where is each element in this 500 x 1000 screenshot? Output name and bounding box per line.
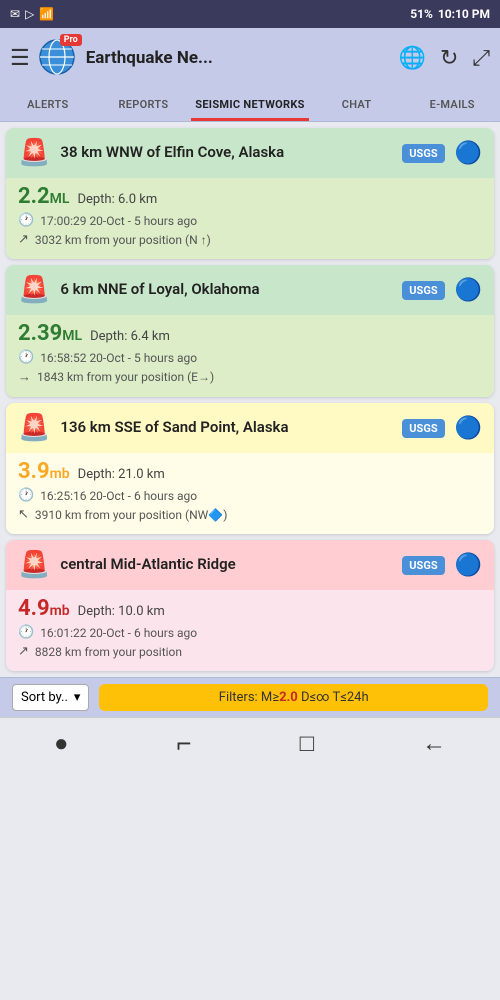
filter-label: Filters: M≥ bbox=[219, 690, 279, 705]
quake-title-4[interactable]: central Mid-Atlantic Ridge bbox=[60, 555, 392, 575]
share-button-1[interactable]: 🔵 bbox=[455, 141, 482, 166]
app-logo: Pro bbox=[38, 38, 78, 78]
quake-icon-4: 🚨 bbox=[18, 550, 50, 580]
tab-alerts[interactable]: ALERTS bbox=[0, 88, 96, 121]
message-icon: ✉ bbox=[10, 7, 20, 21]
status-left-icons: ✉ ▷ 📶 bbox=[10, 7, 54, 21]
quake-depth-4: Depth: 10.0 km bbox=[78, 604, 165, 619]
pro-badge: Pro bbox=[60, 34, 82, 46]
clock: 10:10 PM bbox=[438, 7, 490, 21]
tab-emails[interactable]: E-MAILS bbox=[404, 88, 500, 121]
quake-card-3: 🚨 136 km SSE of Sand Point, Alaska USGS … bbox=[6, 403, 494, 534]
quake-distance-2: → 1843 km from your position (E→) bbox=[18, 369, 482, 385]
quake-time-3: 🕐 16:25:16 20-Oct - 6 hours ago bbox=[18, 488, 482, 503]
quake-depth-1: Depth: 6.0 km bbox=[77, 192, 157, 207]
usgs-badge-1[interactable]: USGS bbox=[402, 144, 444, 163]
tab-reports[interactable]: REPORTS bbox=[96, 88, 192, 121]
menu-icon[interactable]: ☰ bbox=[10, 46, 30, 71]
quake-time-1: 🕐 17:00:29 20-Oct - 5 hours ago bbox=[18, 213, 482, 228]
app-header: ☰ Pro Earthquake Ne... 🌐 ↻ ⤢ bbox=[0, 28, 500, 88]
share-button-2[interactable]: 🔵 bbox=[455, 278, 482, 303]
nav-home-icon[interactable]: ● bbox=[54, 729, 69, 758]
quake-magnitude-1: 2.2ML bbox=[18, 184, 69, 209]
compass-icon-3: ↖ bbox=[18, 507, 29, 522]
tab-chat[interactable]: CHAT bbox=[309, 88, 405, 121]
quake-depth-3: Depth: 21.0 km bbox=[78, 467, 165, 482]
filter-rest: D≤∞ T≤24h bbox=[301, 690, 369, 705]
quake-header-3: 🚨 136 km SSE of Sand Point, Alaska USGS … bbox=[6, 403, 494, 453]
sort-label: Sort by.. bbox=[21, 690, 68, 705]
quake-magnitude-4: 4.9mb bbox=[18, 596, 70, 621]
usgs-badge-2[interactable]: USGS bbox=[402, 281, 444, 300]
quake-title-2[interactable]: 6 km NNE of Loyal, Oklahoma bbox=[60, 280, 392, 300]
nav-recent-icon[interactable]: ⌐ bbox=[176, 728, 191, 759]
quake-card-1: 🚨 38 km WNW of Elfin Cove, Alaska USGS 🔵… bbox=[6, 128, 494, 259]
usgs-badge-3[interactable]: USGS bbox=[402, 419, 444, 438]
quake-distance-1: ↗ 3032 km from your position (N ↑) bbox=[18, 232, 482, 247]
expand-icon[interactable]: ⤢ bbox=[472, 46, 490, 71]
quake-card-2: 🚨 6 km NNE of Loyal, Oklahoma USGS 🔵 2.3… bbox=[6, 265, 494, 397]
quake-magnitude-3: 3.9mb bbox=[18, 459, 70, 484]
compass-icon-2: → bbox=[18, 369, 31, 385]
play-icon: ▷ bbox=[25, 7, 34, 21]
quake-body-3: 3.9mb Depth: 21.0 km 🕐 16:25:16 20-Oct -… bbox=[6, 453, 494, 534]
signal-icon: 📶 bbox=[39, 7, 54, 21]
quake-distance-4: ↗ 8828 km from your position bbox=[18, 644, 482, 659]
clock-icon-3: 🕐 bbox=[18, 488, 34, 503]
sort-arrow: ▾ bbox=[74, 690, 81, 705]
quake-header-2: 🚨 6 km NNE of Loyal, Oklahoma USGS 🔵 bbox=[6, 265, 494, 315]
nav-back-icon[interactable]: ← bbox=[422, 729, 446, 758]
status-right: 51% 10:10 PM bbox=[410, 7, 490, 21]
bottom-bar: Sort by.. ▾ Filters: M≥2.0 D≤∞ T≤24h bbox=[0, 677, 500, 717]
quake-magnitude-2: 2.39ML bbox=[18, 321, 82, 346]
clock-icon-1: 🕐 bbox=[18, 213, 34, 228]
refresh-icon[interactable]: ↻ bbox=[440, 46, 458, 71]
quake-time-4: 🕐 16:01:22 20-Oct - 6 hours ago bbox=[18, 625, 482, 640]
quake-card-4: 🚨 central Mid-Atlantic Ridge USGS 🔵 4.9m… bbox=[6, 540, 494, 671]
tab-seismic-networks[interactable]: SEISMIC NETWORKS bbox=[191, 88, 309, 121]
globe-icon[interactable]: 🌐 bbox=[399, 46, 426, 71]
share-button-3[interactable]: 🔵 bbox=[455, 416, 482, 441]
quake-icon-1: 🚨 bbox=[18, 138, 50, 168]
filter-badge[interactable]: Filters: M≥2.0 D≤∞ T≤24h bbox=[99, 684, 488, 711]
app-title: Earthquake Ne... bbox=[86, 48, 391, 68]
quake-title-3[interactable]: 136 km SSE of Sand Point, Alaska bbox=[60, 418, 392, 438]
nav-overview-icon[interactable]: □ bbox=[300, 729, 315, 758]
share-button-4[interactable]: 🔵 bbox=[455, 553, 482, 578]
quake-icon-3: 🚨 bbox=[18, 413, 50, 443]
quake-body-2: 2.39ML Depth: 6.4 km 🕐 16:58:52 20-Oct -… bbox=[6, 315, 494, 397]
battery-level: 51% bbox=[410, 7, 433, 21]
compass-icon-1: ↗ bbox=[18, 232, 29, 247]
tab-bar: ALERTS REPORTS SEISMIC NETWORKS CHAT E-M… bbox=[0, 88, 500, 122]
filter-magnitude: 2.0 bbox=[279, 690, 298, 705]
quake-depth-2: Depth: 6.4 km bbox=[90, 329, 170, 344]
navigation-bar: ● ⌐ □ ← bbox=[0, 717, 500, 773]
quake-time-2: 🕐 16:58:52 20-Oct - 5 hours ago bbox=[18, 350, 482, 365]
quake-header-1: 🚨 38 km WNW of Elfin Cove, Alaska USGS 🔵 bbox=[6, 128, 494, 178]
quake-body-4: 4.9mb Depth: 10.0 km 🕐 16:01:22 20-Oct -… bbox=[6, 590, 494, 671]
compass-icon-4: ↗ bbox=[18, 644, 29, 659]
status-bar: ✉ ▷ 📶 51% 10:10 PM bbox=[0, 0, 500, 28]
quake-icon-2: 🚨 bbox=[18, 275, 50, 305]
earthquake-list: 🚨 38 km WNW of Elfin Cove, Alaska USGS 🔵… bbox=[0, 122, 500, 677]
header-actions: 🌐 ↻ ⤢ bbox=[399, 46, 490, 71]
quake-header-4: 🚨 central Mid-Atlantic Ridge USGS 🔵 bbox=[6, 540, 494, 590]
clock-icon-2: 🕐 bbox=[18, 350, 34, 365]
quake-body-1: 2.2ML Depth: 6.0 km 🕐 17:00:29 20-Oct - … bbox=[6, 178, 494, 259]
quake-title-1[interactable]: 38 km WNW of Elfin Cove, Alaska bbox=[60, 143, 392, 163]
usgs-badge-4[interactable]: USGS bbox=[402, 556, 444, 575]
quake-distance-3: ↖ 3910 km from your position (NW🔷) bbox=[18, 507, 482, 522]
clock-icon-4: 🕐 bbox=[18, 625, 34, 640]
sort-dropdown[interactable]: Sort by.. ▾ bbox=[12, 684, 89, 711]
